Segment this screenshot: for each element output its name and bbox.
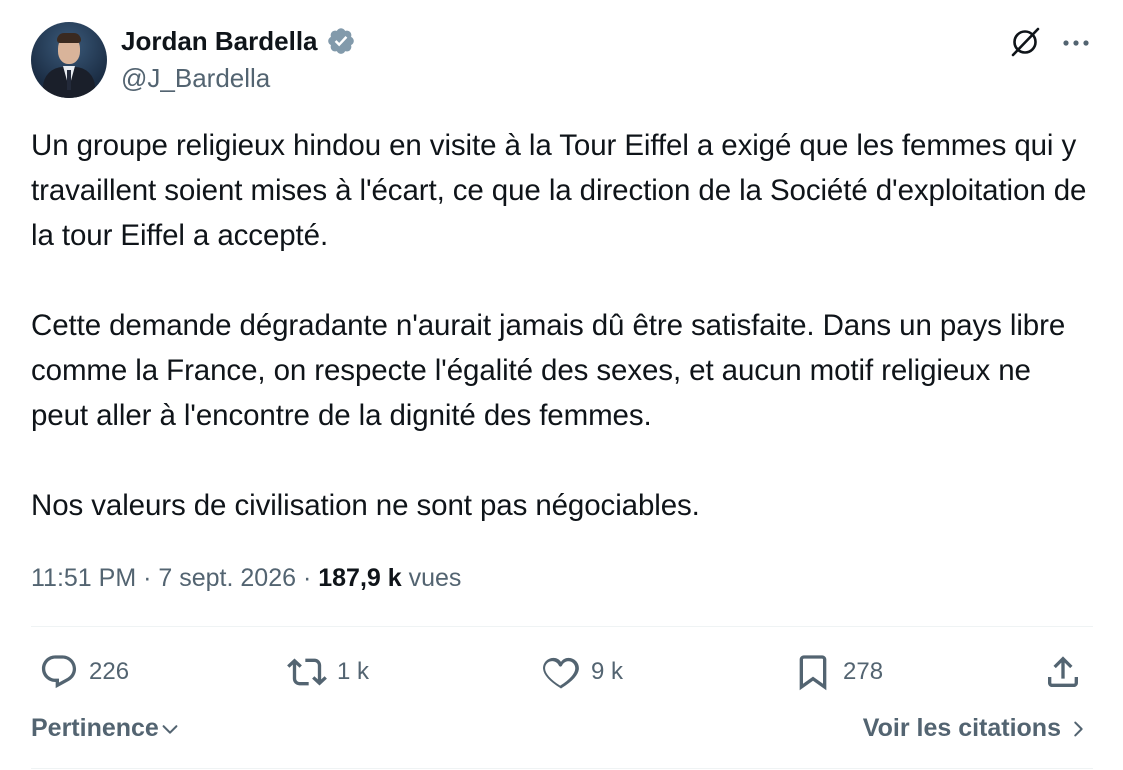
retweet-button[interactable]: 1 k — [287, 648, 369, 696]
view-quotes-link[interactable]: Voir les citations — [863, 714, 1089, 743]
avatar[interactable] — [31, 22, 107, 98]
retweet-icon — [287, 658, 327, 686]
tweet-date[interactable]: 7 sept. 2026 — [158, 564, 296, 592]
like-button[interactable]: 9 k — [541, 648, 623, 696]
sort-label: Pertinence — [31, 714, 159, 742]
reply-count: 226 — [89, 658, 130, 685]
tweet-meta: 11:51 PM · 7 sept. 2026 · 187,9 k vues — [31, 562, 461, 594]
tweet-paragraph: Cette demande dégradante n'aurait jamais… — [31, 309, 1066, 432]
bookmark-button[interactable]: 278 — [793, 648, 883, 696]
tweet-paragraph: Nos valeurs de civilisation ne sont pas … — [31, 489, 700, 522]
retweet-count: 1 k — [337, 658, 370, 685]
sort-dropdown[interactable]: Pertinence — [31, 714, 181, 743]
like-icon — [543, 657, 579, 689]
reply-button[interactable]: 226 — [39, 648, 129, 696]
chevron-right-icon — [1074, 721, 1083, 736]
more-icon[interactable] — [1059, 26, 1093, 60]
tweet-actions: 226 1 k 9 k 278 — [31, 648, 1093, 696]
chevron-down-icon — [162, 724, 178, 734]
tweet-paragraph: Un groupe religieux hindou en visite à l… — [31, 129, 1087, 252]
grok-icon[interactable] — [1007, 24, 1043, 60]
tweet-time[interactable]: 11:51 PM — [31, 564, 136, 592]
author-name[interactable]: Jordan Bardella — [121, 25, 318, 57]
share-icon — [1048, 656, 1078, 687]
bookmark-count: 278 — [843, 658, 884, 685]
replies-controls: Pertinence Voir les citations — [31, 714, 1093, 750]
verified-badge-icon[interactable] — [326, 26, 356, 56]
like-count: 9 k — [591, 658, 624, 685]
bookmark-icon — [799, 655, 827, 691]
reply-icon — [41, 655, 77, 689]
quotes-label: Voir les citations — [862, 714, 1061, 742]
views-count[interactable]: 187,9 k — [318, 564, 401, 592]
views-label[interactable]: vues — [409, 564, 462, 592]
meta-separator: · — [143, 564, 152, 592]
tweet-body: Un groupe religieux hindou en visite à l… — [31, 123, 1093, 528]
meta-separator: · — [302, 564, 312, 592]
tweet-header: Jordan Bardella @J_Bardella — [31, 22, 1093, 100]
author-name-row: Jordan Bardella — [121, 25, 356, 57]
author-handle[interactable]: @J_Bardella — [121, 62, 270, 94]
divider — [31, 768, 1093, 769]
divider — [31, 626, 1093, 627]
share-button[interactable] — [1043, 648, 1083, 696]
